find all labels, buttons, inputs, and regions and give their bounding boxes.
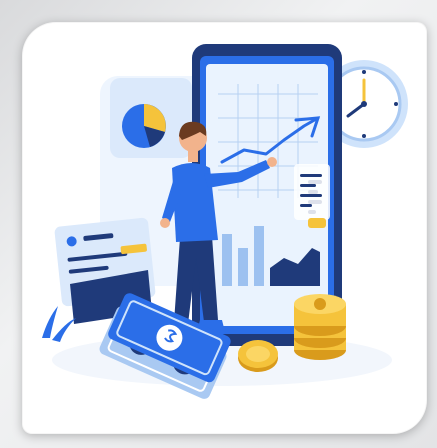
finance-illustration	[42, 44, 408, 399]
background-frame	[0, 0, 437, 448]
plant-decoration	[42, 306, 76, 342]
illustration-card	[22, 22, 427, 434]
pie-chart-icon	[110, 78, 192, 158]
coin-stack-icon	[294, 294, 346, 360]
dollar-icon	[238, 340, 278, 372]
